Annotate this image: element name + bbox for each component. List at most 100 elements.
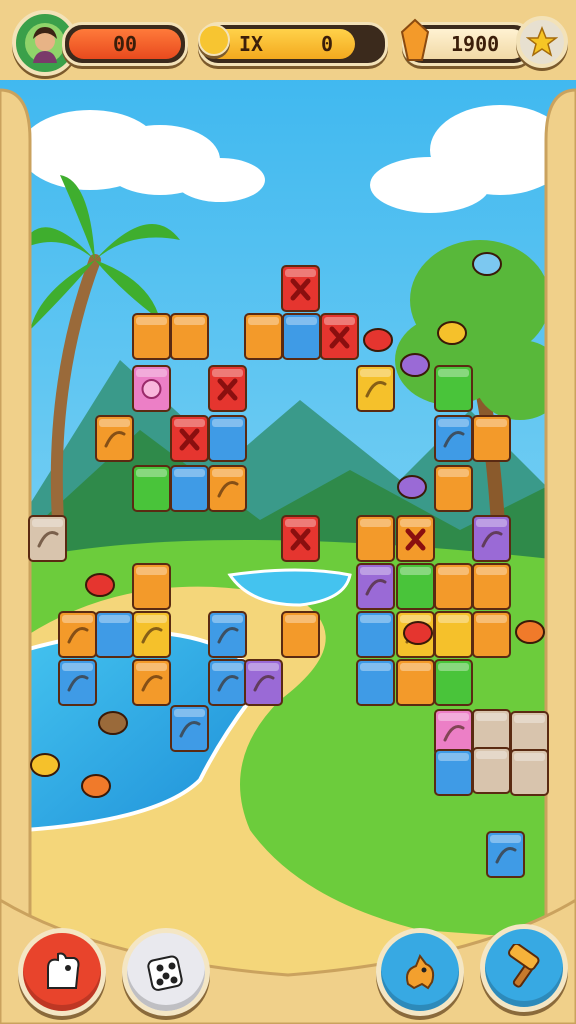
board-tile[interactable] — [170, 415, 209, 462]
bird-icon — [363, 328, 393, 352]
board-tile[interactable] — [132, 313, 171, 360]
board-tile[interactable] — [356, 611, 395, 658]
board-tile[interactable] — [208, 659, 247, 706]
board-tile[interactable] — [356, 659, 395, 706]
board-tile[interactable] — [281, 515, 320, 562]
tile-highlight — [438, 567, 469, 575]
bird-icon — [81, 774, 111, 798]
tile-highlight — [438, 469, 469, 477]
board-tile[interactable] — [58, 611, 97, 658]
tile-highlight — [476, 519, 507, 527]
board-tile[interactable] — [472, 563, 511, 610]
tile-highlight — [212, 663, 243, 671]
board-tile[interactable] — [472, 515, 511, 562]
board-tile[interactable] — [132, 365, 171, 412]
board-tile[interactable] — [282, 313, 321, 360]
board-tile[interactable] — [320, 313, 359, 360]
tile-highlight — [324, 317, 355, 325]
board-tile[interactable] — [396, 515, 435, 562]
board-tile[interactable] — [208, 611, 247, 658]
tile-highlight — [248, 317, 279, 325]
tile-highlight — [136, 615, 167, 623]
tile-highlight — [438, 663, 469, 671]
bird-icon — [472, 252, 502, 276]
bird-icon — [85, 573, 115, 597]
coin-count: 0 — [321, 32, 334, 56]
board-tile[interactable] — [396, 659, 435, 706]
tile-highlight — [136, 317, 167, 325]
board-tile[interactable] — [244, 659, 283, 706]
board-tile[interactable] — [281, 265, 320, 312]
hammer-button[interactable] — [480, 924, 568, 1012]
tile-highlight — [212, 615, 243, 623]
board-tile[interactable] — [132, 465, 171, 512]
board-tile[interactable] — [58, 659, 97, 706]
board-tile[interactable] — [356, 563, 395, 610]
tile-highlight — [99, 419, 130, 427]
tile-highlight — [286, 317, 317, 325]
board-tile[interactable] — [208, 365, 247, 412]
tile-highlight — [62, 663, 93, 671]
board-tile[interactable] — [28, 515, 67, 562]
board-tile[interactable] — [95, 415, 134, 462]
board-tile[interactable] — [170, 465, 209, 512]
tile-highlight — [212, 419, 243, 427]
tile-highlight — [174, 469, 205, 477]
board-tile[interactable] — [486, 831, 525, 878]
board-tile[interactable] — [132, 611, 171, 658]
board-tile[interactable] — [472, 415, 511, 462]
coin-label: IX — [239, 32, 264, 56]
tile-highlight — [174, 709, 205, 717]
orange-crystal-icon — [400, 18, 430, 62]
star-icon — [526, 26, 558, 57]
game-scene: 00 IX 0 1900 — [0, 0, 576, 1024]
hammer-icon — [508, 944, 540, 988]
fruit-icon — [403, 621, 433, 645]
board-tile[interactable] — [208, 415, 247, 462]
board-tile[interactable] — [434, 563, 473, 610]
glove-button[interactable] — [18, 928, 106, 1016]
tile-highlight — [476, 419, 507, 427]
board-tile[interactable] — [170, 705, 209, 752]
board-tile[interactable] — [472, 611, 511, 658]
tile-highlight — [285, 615, 316, 623]
tile-highlight — [136, 469, 167, 477]
glove-hand-icon — [47, 952, 80, 989]
player-portrait-icon — [25, 23, 65, 63]
board-tile[interactable] — [356, 365, 395, 412]
creature-icon — [397, 475, 427, 499]
board-tile[interactable] — [132, 563, 171, 610]
board-tile[interactable] — [434, 749, 473, 796]
tile-highlight — [360, 567, 391, 575]
animal-icon — [406, 953, 435, 990]
tile-highlight — [360, 369, 391, 377]
board-tile[interactable] — [132, 659, 171, 706]
board-tile[interactable] — [244, 313, 283, 360]
dice-button[interactable] — [122, 928, 210, 1016]
board-tile[interactable] — [434, 709, 473, 756]
tile-highlight — [285, 269, 316, 277]
tile-highlight — [136, 663, 167, 671]
tile-highlight — [285, 519, 316, 527]
tile-highlight — [32, 519, 63, 527]
board-tile[interactable] — [208, 465, 247, 512]
board-tile[interactable] — [434, 465, 473, 512]
board-tile[interactable] — [170, 313, 209, 360]
creature-icon — [515, 620, 545, 644]
island-background — [0, 0, 576, 1024]
tile-highlight — [136, 369, 167, 377]
board-tile[interactable] — [95, 611, 134, 658]
board-tile[interactable] — [434, 365, 473, 412]
board-tile[interactable] — [396, 563, 435, 610]
board-tile[interactable] — [510, 749, 549, 796]
board-tile[interactable] — [472, 747, 511, 794]
board-tile[interactable] — [281, 611, 320, 658]
board-tile[interactable] — [356, 515, 395, 562]
board-tile[interactable] — [434, 659, 473, 706]
board-tile[interactable] — [434, 415, 473, 462]
tile-highlight — [62, 615, 93, 623]
board-tile[interactable] — [434, 611, 473, 658]
animal-button[interactable] — [376, 928, 464, 1016]
tile-highlight — [174, 317, 205, 325]
star-button[interactable] — [516, 16, 568, 68]
